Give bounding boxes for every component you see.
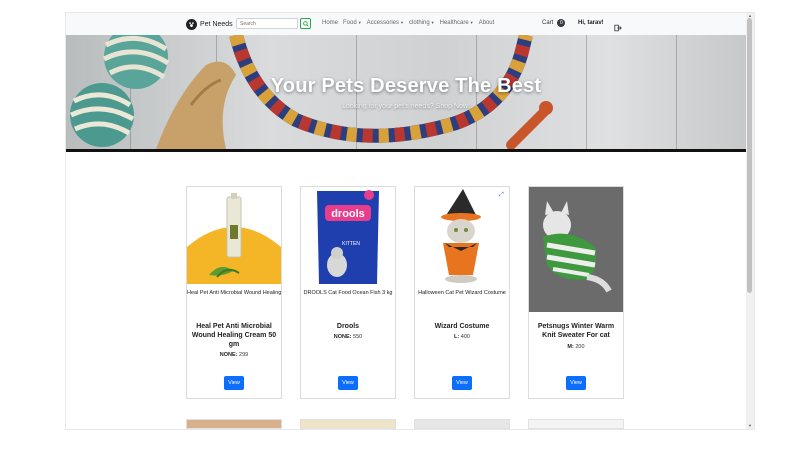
nav-home[interactable]: Home — [322, 20, 338, 26]
caret-down-icon: ▼ — [430, 20, 435, 25]
product-card[interactable]: Heal Pet Anti Microbial Wound Healing Cr… — [186, 186, 282, 399]
navbar: Pet Needs Home Food▼ Accessories▼ clothi… — [66, 13, 746, 36]
caret-down-icon: ▼ — [357, 20, 362, 25]
product-image[interactable] — [529, 187, 623, 312]
user-greeting[interactable]: Hi, tarav! — [578, 20, 604, 26]
cart-count-badge: 0 — [557, 19, 566, 27]
size-label: L: — [454, 334, 460, 340]
view-button[interactable]: View — [566, 376, 586, 390]
nav-healthcare[interactable]: Healthcare▼ — [440, 20, 474, 26]
product-card[interactable]: Petsnugs Winter Warm Knit Sweater For ca… — [528, 186, 624, 399]
product-card-partial[interactable] — [414, 419, 510, 429]
vertical-scrollbar[interactable]: ▲ ▼ — [746, 13, 754, 429]
size-label: M: — [567, 344, 574, 350]
svg-text:drools: drools — [331, 208, 365, 220]
price-value: 400 — [460, 334, 470, 340]
hero-subtitle: Looking for your pet's needs? Shop Now! — [342, 103, 470, 110]
hero-title: Your Pets Deserve The Best — [270, 75, 542, 97]
product-image[interactable] — [187, 187, 281, 284]
caret-down-icon: ▼ — [469, 20, 474, 25]
size-label: NONE: — [333, 334, 352, 340]
product-card-partial[interactable] — [300, 419, 396, 429]
nav-food[interactable]: Food▼ — [343, 20, 362, 26]
nav-links: Home Food▼ Accessories▼ clothing▼ Health… — [322, 20, 494, 26]
product-price: NONE: 550 — [301, 334, 395, 340]
scroll-thumb[interactable] — [747, 18, 752, 293]
view-button[interactable]: View — [224, 376, 244, 390]
image-caption: DROOLS Cat Food Ocean Fish 3 kg — [303, 290, 393, 296]
product-card[interactable]: drools KITTEN DROOLS Cat Food Ocean Fish… — [300, 186, 396, 399]
product-price: M: 200 — [529, 344, 623, 350]
product-title: Petsnugs Winter Warm Knit Sweater For ca… — [537, 323, 615, 339]
paw-logo-icon — [186, 18, 197, 30]
brand-name: Pet Needs — [200, 20, 233, 28]
caret-down-icon: ▼ — [400, 20, 404, 25]
zoom-icon[interactable]: ⤢ — [499, 192, 504, 199]
hero-banner: Your Pets Deserve The Best Looking for y… — [66, 35, 746, 152]
image-caption: Heal Pet Anti Microbial Wound Healing Cr… — [187, 290, 281, 296]
search-input[interactable] — [236, 18, 298, 29]
browser-viewport: Pet Needs Home Food▼ Accessories▼ clothi… — [66, 13, 754, 429]
product-price: L: 400 — [415, 334, 509, 340]
view-button[interactable]: View — [452, 376, 472, 390]
search-icon — [302, 20, 309, 27]
nav-clothing[interactable]: clothing▼ — [409, 20, 435, 26]
cart-label: Cart — [542, 20, 554, 26]
view-button[interactable]: View — [338, 376, 358, 390]
svg-text:KITTEN: KITTEN — [342, 241, 360, 247]
product-card-partial[interactable] — [186, 419, 282, 429]
price-value: 299 — [239, 352, 249, 358]
logout-icon[interactable] — [614, 19, 622, 32]
product-image[interactable]: drools KITTEN — [301, 187, 395, 284]
product-title: Heal Pet Anti Microbial Wound Healing Cr… — [191, 323, 277, 348]
product-card-partial[interactable] — [528, 419, 624, 429]
search-button[interactable] — [300, 18, 311, 29]
image-caption: Halloween Cat Pet Wizard Costume — [418, 290, 506, 296]
scroll-down-icon[interactable]: ▼ — [747, 423, 753, 428]
price-value: 550 — [353, 334, 363, 340]
size-label: NONE: — [219, 352, 238, 358]
nav-about[interactable]: About — [479, 20, 495, 26]
orange-bone-icon — [506, 105, 551, 149]
product-price: NONE: 299 — [187, 352, 281, 358]
brand[interactable]: Pet Needs — [186, 17, 233, 31]
product-title: Wizard Costume — [434, 323, 490, 330]
nav-accessories[interactable]: Accessories▼ — [367, 20, 404, 26]
product-card[interactable]: ⤢ Halloween Cat Pet Wizard Costume Wizar… — [414, 186, 510, 399]
product-image[interactable]: ⤢ — [415, 187, 509, 284]
product-title: Drools — [336, 323, 360, 330]
cart-link[interactable]: Cart 0 — [542, 19, 566, 27]
price-value: 200 — [575, 344, 585, 350]
